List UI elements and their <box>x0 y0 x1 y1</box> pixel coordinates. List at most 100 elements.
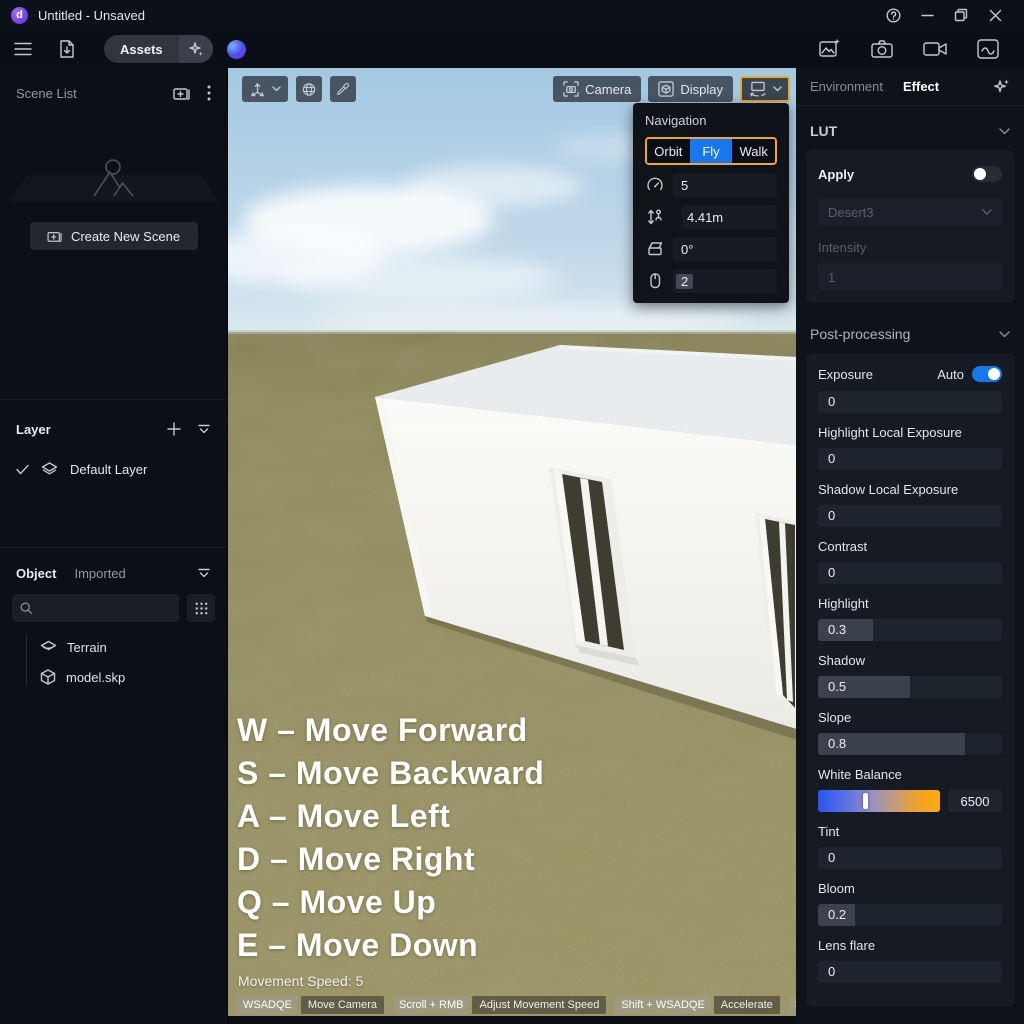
camera-height-input[interactable]: 4.41m <box>673 205 777 229</box>
display-button[interactable]: Display <box>648 76 733 102</box>
tab-environment[interactable]: Environment <box>810 79 883 94</box>
scene-list-title: Scene List <box>16 86 77 101</box>
lut-apply-label: Apply <box>818 167 854 182</box>
main-toolbar: Assets <box>0 30 1024 68</box>
movement-speed-status: Movement Speed: 5 <box>238 973 363 989</box>
white-balance-control: 6500 <box>818 790 1002 812</box>
search-icon <box>20 601 32 615</box>
post-collapse-icon[interactable] <box>999 331 1010 338</box>
lut-collapse-icon[interactable] <box>999 128 1010 135</box>
add-layer-icon[interactable] <box>167 422 181 436</box>
tint-slider[interactable]: 0 <box>818 847 1002 869</box>
navigation-mode-button[interactable] <box>740 76 790 102</box>
object-search-input[interactable] <box>38 601 171 616</box>
scene-menu-icon[interactable] <box>207 85 211 101</box>
navigation-title: Navigation <box>645 113 777 128</box>
lens-flare-label: Lens flare <box>818 938 1002 953</box>
lut-preset-value: Desert3 <box>828 205 874 220</box>
lut-preset-select[interactable]: Desert3 <box>818 198 1002 226</box>
contrast-slider[interactable]: 0 <box>818 562 1002 584</box>
layer-row-default[interactable]: Default Layer <box>0 462 227 477</box>
lut-section: LUT Apply Desert3 Intensity 1 <box>796 106 1024 303</box>
help-button[interactable] <box>876 2 910 28</box>
render-queue-icon[interactable] <box>976 38 1000 60</box>
add-scene-icon[interactable] <box>173 86 191 101</box>
effect-panel: Environment Effect LUT Apply Desert3 Int… <box>796 68 1024 1024</box>
assets-ai-icon[interactable] <box>179 35 213 63</box>
assets-button[interactable]: Assets <box>104 35 213 63</box>
eyedropper-button[interactable] <box>330 76 356 102</box>
hint-action: Accelerate <box>714 996 780 1014</box>
create-new-scene-button[interactable]: Create New Scene <box>30 222 198 250</box>
object-search[interactable] <box>12 594 179 622</box>
layers-icon <box>41 462 58 477</box>
shadow-slider[interactable]: 0.5 <box>818 676 1002 698</box>
photo-camera-icon[interactable] <box>870 38 894 60</box>
camera-button[interactable]: Camera <box>553 76 641 102</box>
render-tools <box>818 37 1000 61</box>
exposure-auto-toggle[interactable] <box>972 366 1002 382</box>
globe-button[interactable] <box>296 76 322 102</box>
white-balance-slider[interactable] <box>818 790 940 812</box>
transform-gizmo-button[interactable] <box>242 76 288 102</box>
mouse-sensitivity-input[interactable]: 2 <box>673 269 777 293</box>
mode-fly[interactable]: Fly <box>690 139 733 163</box>
tree-item-terrain[interactable]: Terrain <box>0 632 227 662</box>
exposure-label: Exposure <box>818 367 873 382</box>
lut-intensity-input[interactable]: 1 <box>818 263 1002 291</box>
white-balance-value[interactable]: 6500 <box>948 790 1002 812</box>
viewport-tools <box>242 76 356 102</box>
collapse-objects-icon[interactable] <box>197 567 211 579</box>
ai-orb-icon[interactable] <box>227 40 246 59</box>
camera-button-label: Camera <box>585 82 631 97</box>
overlay-line: W – Move Forward <box>237 709 544 752</box>
navigation-popup: Navigation Orbit Fly Walk 5 4.41m 0° <box>633 103 789 303</box>
highlight-local-exposure-slider[interactable]: 0 <box>818 448 1002 470</box>
bloom-slider[interactable]: 0.2 <box>818 904 1002 926</box>
menu-icon[interactable] <box>8 34 38 64</box>
hint-key: WSADQE <box>237 996 298 1014</box>
hint-space: Space + <box>789 996 796 1014</box>
movement-speed-input[interactable]: 5 <box>673 173 777 197</box>
tree-item-model[interactable]: model.skp <box>0 662 227 692</box>
mode-orbit[interactable]: Orbit <box>647 139 690 163</box>
restore-button[interactable] <box>944 2 978 28</box>
hint-key: Scroll + RMB <box>393 996 470 1014</box>
shadow-local-exposure-slider[interactable]: 0 <box>818 505 1002 527</box>
layer-visible-check-icon[interactable] <box>16 464 29 475</box>
minimize-button[interactable] <box>910 2 944 28</box>
mode-walk[interactable]: Walk <box>732 139 775 163</box>
tab-effect[interactable]: Effect <box>903 79 939 94</box>
camera-tilt-input[interactable]: 0° <box>673 237 777 261</box>
shortcut-hints: WSADQE Move Camera Scroll + RMB Adjust M… <box>237 996 796 1014</box>
navigation-mode-icon <box>749 81 767 97</box>
slope-slider[interactable]: 0.8 <box>818 733 1002 755</box>
title-bar: d Untitled - Unsaved <box>0 0 1024 30</box>
video-camera-icon[interactable] <box>922 39 948 59</box>
exposure-slider[interactable]: 0 <box>818 391 1002 413</box>
import-file-icon[interactable] <box>52 34 82 64</box>
tab-imported[interactable]: Imported <box>74 566 125 581</box>
mouse-sensitivity-icon <box>645 272 665 290</box>
render-image-icon[interactable] <box>818 37 842 61</box>
hint-key: Space + <box>789 996 796 1014</box>
lens-flare-slider[interactable]: 0 <box>818 961 1002 983</box>
grid-view-icon[interactable] <box>187 594 215 622</box>
layer-title: Layer <box>16 422 51 437</box>
collapse-layers-icon[interactable] <box>197 423 211 435</box>
highlight-slider[interactable]: 0.3 <box>818 619 1002 641</box>
ai-effects-icon[interactable] <box>993 78 1010 95</box>
hint-key: Shift + WSADQE <box>615 996 710 1014</box>
viewport-3d[interactable]: Camera Display Navigation Orbit Fly Walk… <box>228 68 796 1016</box>
overlay-line: E – Move Down <box>237 924 544 967</box>
tab-object[interactable]: Object <box>16 566 56 581</box>
person-height-icon <box>645 208 665 226</box>
create-new-scene-label: Create New Scene <box>71 229 180 244</box>
close-button[interactable] <box>978 2 1012 28</box>
white-balance-handle[interactable] <box>863 793 868 809</box>
hint-action: Adjust Movement Speed <box>472 996 606 1014</box>
tree-item-label: model.skp <box>66 670 125 685</box>
display-mode-icon <box>658 81 674 97</box>
hint-action: Move Camera <box>301 996 384 1014</box>
lut-apply-toggle[interactable] <box>972 166 1002 182</box>
